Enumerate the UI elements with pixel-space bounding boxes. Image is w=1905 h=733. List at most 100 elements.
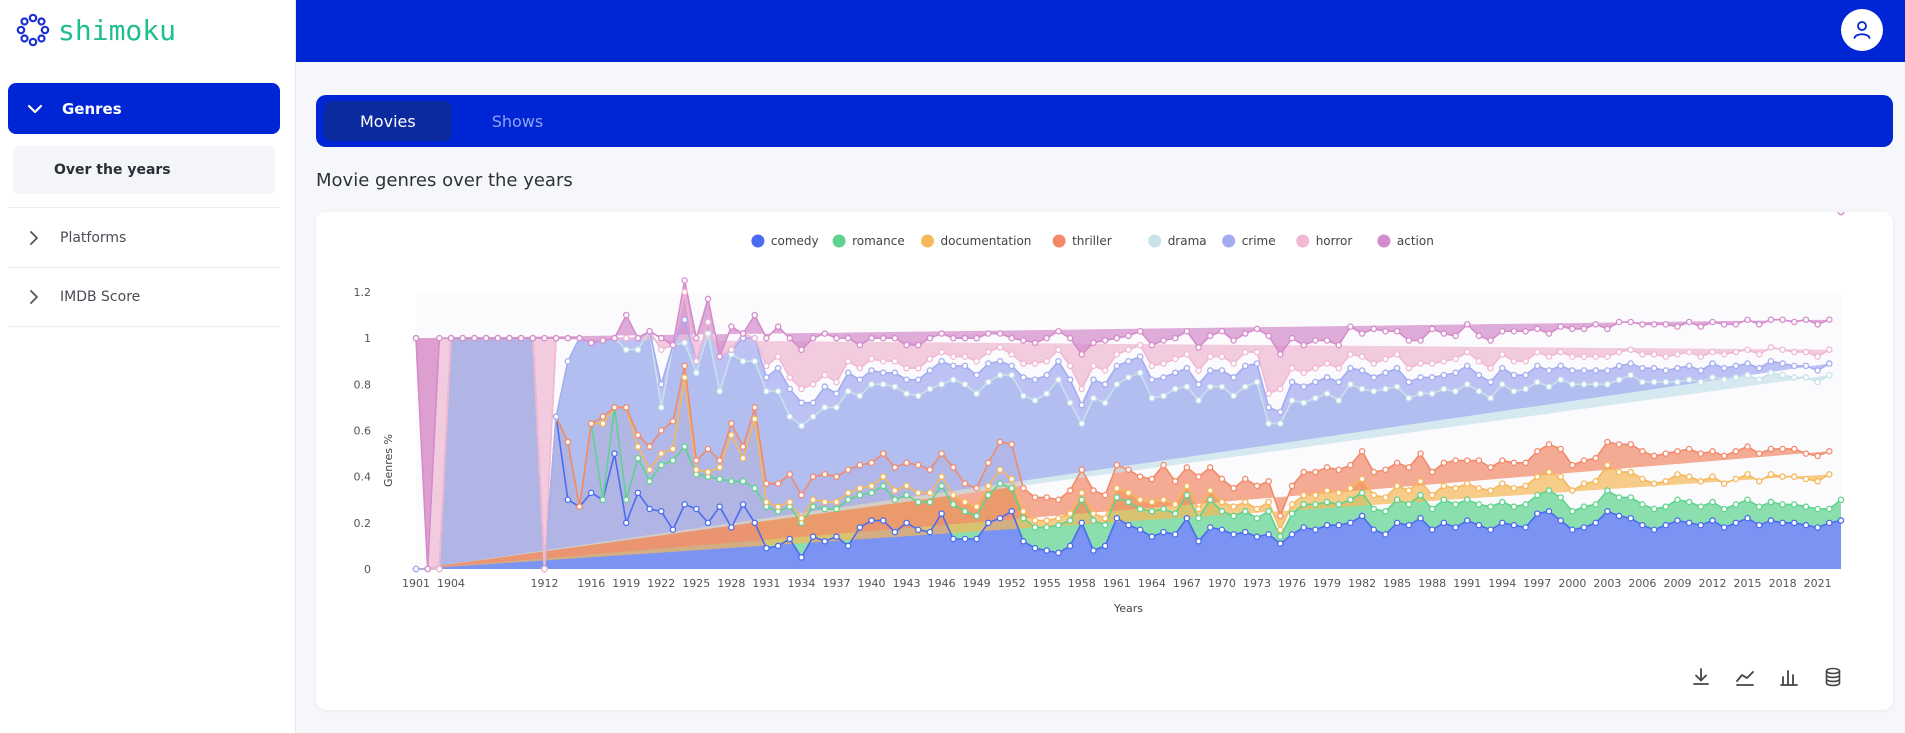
point-drama[interactable]: [1744, 371, 1751, 379]
point-drama[interactable]: [1242, 383, 1249, 390]
point-action[interactable]: [1113, 334, 1121, 342]
point-drama[interactable]: [1183, 383, 1191, 390]
point-documentation[interactable]: [1697, 478, 1705, 485]
point-thriller[interactable]: [1545, 441, 1553, 448]
point-drama[interactable]: [1545, 383, 1553, 390]
point-drama[interactable]: [833, 404, 840, 411]
point-crime[interactable]: [1802, 362, 1810, 370]
point-action[interactable]: [1720, 321, 1728, 328]
point-crime[interactable]: [938, 357, 945, 365]
point-action[interactable]: [844, 334, 852, 342]
point-romance[interactable]: [950, 501, 957, 508]
point-action[interactable]: [973, 334, 980, 342]
point-comedy[interactable]: [1440, 519, 1448, 527]
point-romance[interactable]: [1615, 494, 1623, 501]
point-drama[interactable]: [1160, 392, 1167, 400]
point-action[interactable]: [1615, 318, 1623, 326]
point-action[interactable]: [681, 277, 688, 284]
point-comedy[interactable]: [1288, 531, 1296, 538]
point-comedy[interactable]: [856, 524, 864, 531]
point-action[interactable]: [1755, 321, 1763, 328]
point-comedy[interactable]: [728, 524, 735, 531]
point-documentation[interactable]: [1382, 494, 1389, 501]
point-action[interactable]: [658, 334, 665, 342]
point-drama[interactable]: [1522, 385, 1529, 393]
point-action[interactable]: [1300, 341, 1307, 349]
point-comedy[interactable]: [1569, 526, 1576, 534]
point-horror[interactable]: [1195, 367, 1202, 374]
point-romance[interactable]: [1545, 487, 1553, 494]
point-action[interactable]: [1791, 318, 1798, 326]
point-thriller[interactable]: [1592, 454, 1599, 462]
point-horror[interactable]: [1148, 362, 1156, 370]
point-drama[interactable]: [1755, 376, 1763, 383]
point-crime[interactable]: [1382, 369, 1389, 377]
point-action[interactable]: [564, 334, 572, 342]
point-crime[interactable]: [1814, 367, 1821, 374]
point-romance[interactable]: [739, 478, 747, 485]
point-drama[interactable]: [1463, 381, 1471, 388]
legend-swatch-action[interactable]: [1377, 234, 1391, 248]
point-drama[interactable]: [821, 404, 829, 411]
legend-label-drama[interactable]: drama: [1168, 234, 1207, 248]
point-crime[interactable]: [1463, 362, 1471, 370]
point-drama[interactable]: [879, 381, 887, 388]
point-horror[interactable]: [938, 348, 945, 356]
point-horror[interactable]: [1230, 360, 1237, 367]
point-documentation[interactable]: [1277, 526, 1284, 534]
point-horror[interactable]: [1417, 360, 1424, 367]
point-documentation[interactable]: [1615, 468, 1623, 476]
point-thriller[interactable]: [681, 362, 688, 370]
point-drama[interactable]: [1615, 376, 1623, 383]
point-comedy[interactable]: [1650, 526, 1658, 534]
point-thriller[interactable]: [774, 480, 782, 487]
point-comedy[interactable]: [1475, 521, 1483, 529]
point-thriller[interactable]: [1755, 450, 1763, 457]
point-romance[interactable]: [1113, 494, 1121, 501]
point-comedy[interactable]: [1125, 521, 1132, 529]
point-comedy[interactable]: [1592, 519, 1599, 527]
point-documentation[interactable]: [739, 454, 747, 462]
point-documentation[interactable]: [1347, 484, 1354, 492]
point-documentation[interactable]: [938, 473, 945, 480]
point-documentation[interactable]: [1522, 482, 1529, 490]
point-drama[interactable]: [1335, 397, 1342, 404]
point-horror[interactable]: [1125, 346, 1132, 353]
point-crime[interactable]: [915, 376, 922, 383]
point-crime[interactable]: [1826, 360, 1833, 367]
point-action[interactable]: [1662, 321, 1670, 328]
point-thriller[interactable]: [856, 461, 864, 469]
point-thriller[interactable]: [669, 418, 677, 425]
point-documentation[interactable]: [1055, 514, 1062, 522]
point-drama[interactable]: [1393, 383, 1401, 390]
point-action[interactable]: [1417, 337, 1424, 344]
point-horror[interactable]: [1791, 348, 1798, 356]
point-romance[interactable]: [1440, 496, 1448, 503]
point-drama[interactable]: [809, 413, 817, 420]
point-romance[interactable]: [961, 508, 969, 515]
point-thriller[interactable]: [798, 491, 805, 499]
point-comedy[interactable]: [1300, 524, 1307, 531]
point-action[interactable]: [926, 334, 934, 342]
point-crime[interactable]: [658, 381, 665, 388]
point-comedy[interactable]: [1078, 519, 1086, 527]
point-horror[interactable]: [1253, 348, 1261, 356]
legend-label-thriller[interactable]: thriller: [1072, 234, 1112, 248]
point-thriller[interactable]: [996, 438, 1004, 446]
point-drama[interactable]: [1685, 376, 1693, 383]
point-horror[interactable]: [1802, 348, 1810, 356]
point-action[interactable]: [961, 334, 969, 342]
legend-swatch-romance[interactable]: [832, 234, 846, 248]
point-horror[interactable]: [1312, 364, 1319, 372]
point-horror[interactable]: [774, 353, 782, 360]
point-comedy[interactable]: [1136, 526, 1144, 534]
point-action[interactable]: [1183, 327, 1191, 335]
point-action[interactable]: [1078, 351, 1086, 358]
point-comedy[interactable]: [763, 544, 770, 552]
point-horror[interactable]: [1779, 346, 1786, 353]
point-horror[interactable]: [1580, 353, 1588, 360]
point-action[interactable]: [1148, 341, 1156, 349]
point-crime[interactable]: [1300, 383, 1307, 390]
point-crime[interactable]: [1171, 369, 1179, 377]
point-documentation[interactable]: [1720, 480, 1728, 487]
